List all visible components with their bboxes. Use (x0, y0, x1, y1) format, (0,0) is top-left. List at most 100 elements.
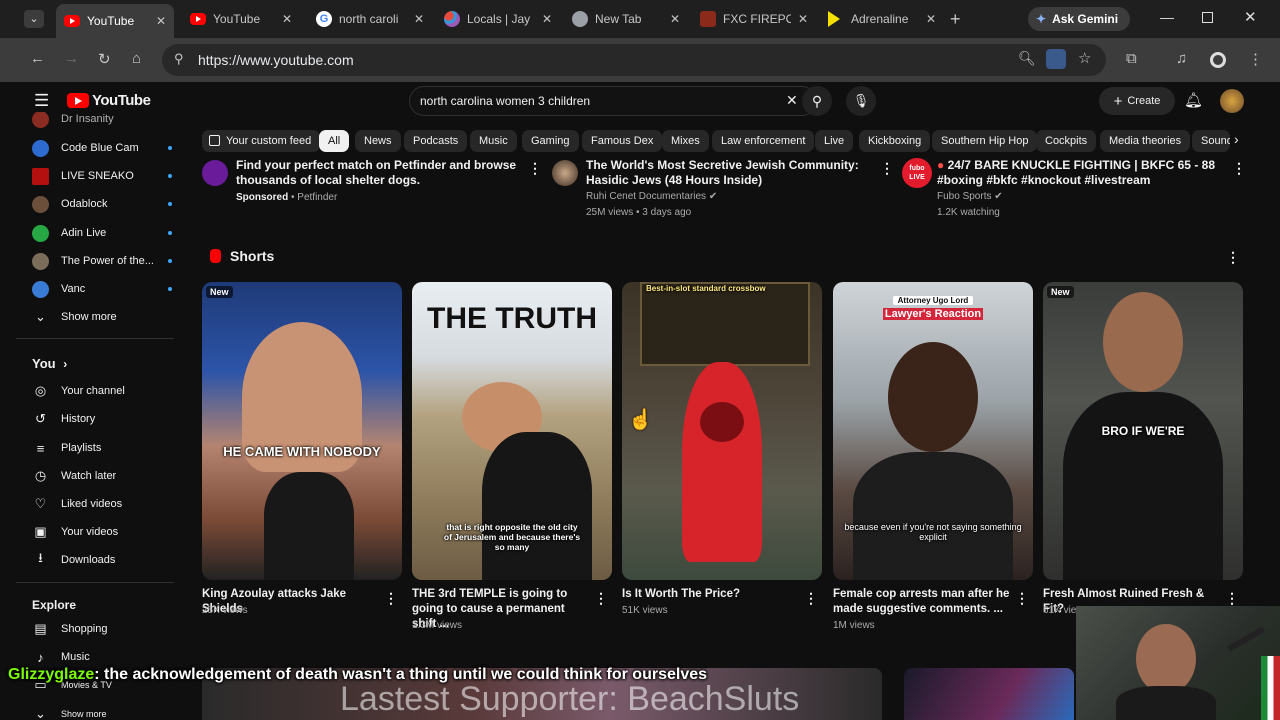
minimize-button[interactable]: — (1160, 9, 1174, 25)
short-thumbnail-5[interactable]: New BRO IF WE'RE (1043, 282, 1243, 580)
youtube-logo[interactable]: YouTube (67, 92, 151, 109)
ask-gemini-button[interactable]: ✦ Ask Gemini (1028, 7, 1130, 31)
browser-tab-google[interactable]: G north caroli ✕ (308, 6, 432, 32)
sidebar-subscription-power-of[interactable]: The Power of the... (32, 250, 172, 272)
short-thumbnail-4[interactable]: Attorney Ugo Lord Lawyer's Reaction beca… (833, 282, 1033, 580)
home-icon[interactable]: ⌂ (132, 50, 141, 67)
video-title[interactable]: The World's Most Secretive Jewish Commun… (586, 158, 878, 188)
chip-live[interactable]: Live (815, 130, 854, 152)
back-icon[interactable]: ← (30, 50, 45, 67)
zoom-icon[interactable]: 🔍︎ (1018, 50, 1036, 67)
browser-tab-youtube-1[interactable]: YouTube ✕ (56, 4, 174, 38)
sidebar-subscription-vanc[interactable]: Vanc (32, 278, 172, 300)
sidebar-item-your-videos[interactable]: ▣ Your videos (32, 521, 172, 543)
short-title[interactable]: Is It Worth The Price? (622, 587, 802, 602)
url-text[interactable]: https://www.youtube.com (198, 52, 354, 68)
search-box[interactable]: north carolina women 3 children ✕ (409, 86, 817, 116)
short-thumbnail-2[interactable]: THE TRUTH that is right opposite the old… (412, 282, 612, 580)
create-button[interactable]: + Create (1099, 87, 1175, 115)
sidebar-item-downloads[interactable]: ⭳ Downloads (32, 549, 172, 571)
browser-tab-youtube-2[interactable]: YouTube ✕ (182, 6, 300, 32)
sidebar-subscription-adin-live[interactable]: Adin Live (32, 222, 172, 244)
new-tab-button[interactable]: + (950, 9, 961, 30)
chip-famous-dex[interactable]: Famous Dex (582, 130, 663, 152)
close-tab-icon[interactable]: ✕ (926, 12, 936, 26)
sidebar-show-more-bottom[interactable]: ⌄ Show more (32, 703, 172, 720)
close-tab-icon[interactable]: ✕ (798, 12, 808, 26)
address-bar[interactable]: ⚲ https://www.youtube.com 🔍︎ ☆ (162, 44, 1106, 76)
maximize-button[interactable] (1202, 12, 1213, 23)
chip-kickboxing[interactable]: Kickboxing (859, 130, 931, 152)
sidebar-item-history[interactable]: ↺ History (32, 408, 172, 430)
short-thumbnail-1[interactable]: New HE CAME WITH NOBODY (202, 282, 402, 580)
more-actions-icon[interactable]: ⋮ (1015, 590, 1029, 607)
sidebar-item-playlists[interactable]: ≡ Playlists (32, 437, 172, 459)
chip-media-theories[interactable]: Media theories (1100, 130, 1191, 152)
bookmark-star-icon[interactable]: ☆ (1078, 49, 1091, 67)
chip-sound[interactable]: Sound (1192, 130, 1230, 152)
close-tab-icon[interactable]: ✕ (414, 12, 424, 26)
chip-music[interactable]: Music (470, 130, 517, 152)
more-actions-icon[interactable]: ⋮ (1225, 590, 1239, 607)
sidebar-item-liked-videos[interactable]: ♡ Liked videos (32, 493, 172, 515)
channel-name[interactable]: Petfinder (297, 192, 337, 203)
sidebar-item-your-channel[interactable]: ◎ Your channel (32, 380, 172, 402)
more-actions-icon[interactable]: ⋮ (594, 590, 608, 607)
search-button[interactable]: ⚲ (802, 86, 832, 116)
sidebar-subscription-dr-insanity[interactable]: Dr Insanity (32, 112, 172, 130)
close-tab-icon[interactable]: ✕ (542, 12, 552, 26)
more-actions-icon[interactable]: ⋮ (1232, 160, 1246, 177)
chip-southern-hip-hop[interactable]: Southern Hip Hop (932, 130, 1038, 152)
chip-mixes[interactable]: Mixes (662, 130, 709, 152)
close-tab-icon[interactable]: ✕ (670, 12, 680, 26)
browser-tab-adrenaline[interactable]: Adrenaline ✕ (820, 6, 944, 32)
sidebar-you-heading[interactable]: You › (32, 356, 67, 371)
next-row-thumbnail[interactable] (904, 668, 1074, 720)
chip-news[interactable]: News (355, 130, 401, 152)
cast-icon[interactable] (1046, 49, 1066, 69)
sidebar-item-watch-later[interactable]: ◷ Watch later (32, 465, 172, 487)
more-actions-icon[interactable]: ⋮ (528, 160, 542, 177)
profile-icon[interactable] (1210, 52, 1226, 68)
sidebar-show-more[interactable]: ⌄ Show more (32, 306, 172, 328)
extensions-icon[interactable]: ⧉ (1126, 50, 1137, 67)
account-avatar[interactable] (1220, 89, 1244, 113)
more-actions-icon[interactable]: ⋮ (880, 160, 894, 177)
hamburger-menu-icon[interactable]: ☰ (34, 91, 49, 111)
chips-next-arrow-icon[interactable]: › (1234, 131, 1239, 147)
chip-law-enforcement[interactable]: Law enforcement (712, 130, 815, 152)
channel-name[interactable]: Ruhi Cenet Documentaries ✔ (586, 191, 717, 202)
chip-podcasts[interactable]: Podcasts (404, 130, 468, 152)
close-tab-icon[interactable]: ✕ (156, 14, 166, 28)
channel-name[interactable]: Fubo Sports ✔ (937, 191, 1003, 202)
notifications-bell-icon[interactable]: 🔔︎ (1184, 91, 1203, 109)
video-title[interactable]: ● 24/7 BARE KNUCKLE FIGHTING | BKFC 65 -… (937, 158, 1227, 188)
shorts-shelf-menu-icon[interactable]: ⋮ (1226, 249, 1240, 266)
browser-tab-locals[interactable]: Locals | Jay ✕ (436, 6, 560, 32)
search-input[interactable]: north carolina women 3 children (420, 94, 590, 108)
chip-gaming[interactable]: Gaming (522, 130, 579, 152)
browser-menu-icon[interactable]: ⋮ (1248, 50, 1263, 68)
sidebar-subscription-code-blue-cam[interactable]: Code Blue Cam (32, 137, 172, 159)
browser-tab-fxc[interactable]: FXC FIREPO ✕ (692, 6, 816, 32)
site-info-icon[interactable]: ⚲ (174, 51, 184, 67)
tab-search-button[interactable]: ⌄ (24, 10, 44, 28)
forward-icon[interactable]: → (64, 50, 79, 67)
clear-search-icon[interactable]: ✕ (786, 92, 798, 109)
sidebar-item-shopping[interactable]: ▤ Shopping (32, 618, 172, 640)
video-title[interactable]: Find your perfect match on Petfinder and… (236, 158, 526, 188)
short-title[interactable]: Female cop arrests man after he made sug… (833, 587, 1013, 617)
chip-all[interactable]: All (319, 130, 350, 152)
sidebar-subscription-odablock[interactable]: Odablock (32, 193, 172, 215)
chip-cockpits[interactable]: Cockpits (1036, 130, 1097, 152)
close-window-button[interactable]: ✕ (1244, 8, 1257, 26)
voice-search-button[interactable]: 🎙︎ (846, 86, 876, 116)
more-actions-icon[interactable]: ⋮ (384, 590, 398, 607)
browser-tab-new-tab[interactable]: New Tab ✕ (564, 6, 688, 32)
media-control-icon[interactable]: ♫ (1176, 50, 1187, 67)
more-actions-icon[interactable]: ⋮ (804, 590, 818, 607)
reload-icon[interactable]: ↻ (98, 50, 111, 68)
sidebar-subscription-live-sneako[interactable]: LIVE SNEAKO (32, 165, 172, 187)
chip-your-custom-feed[interactable]: Your custom feed (202, 130, 321, 152)
close-tab-icon[interactable]: ✕ (282, 12, 292, 26)
